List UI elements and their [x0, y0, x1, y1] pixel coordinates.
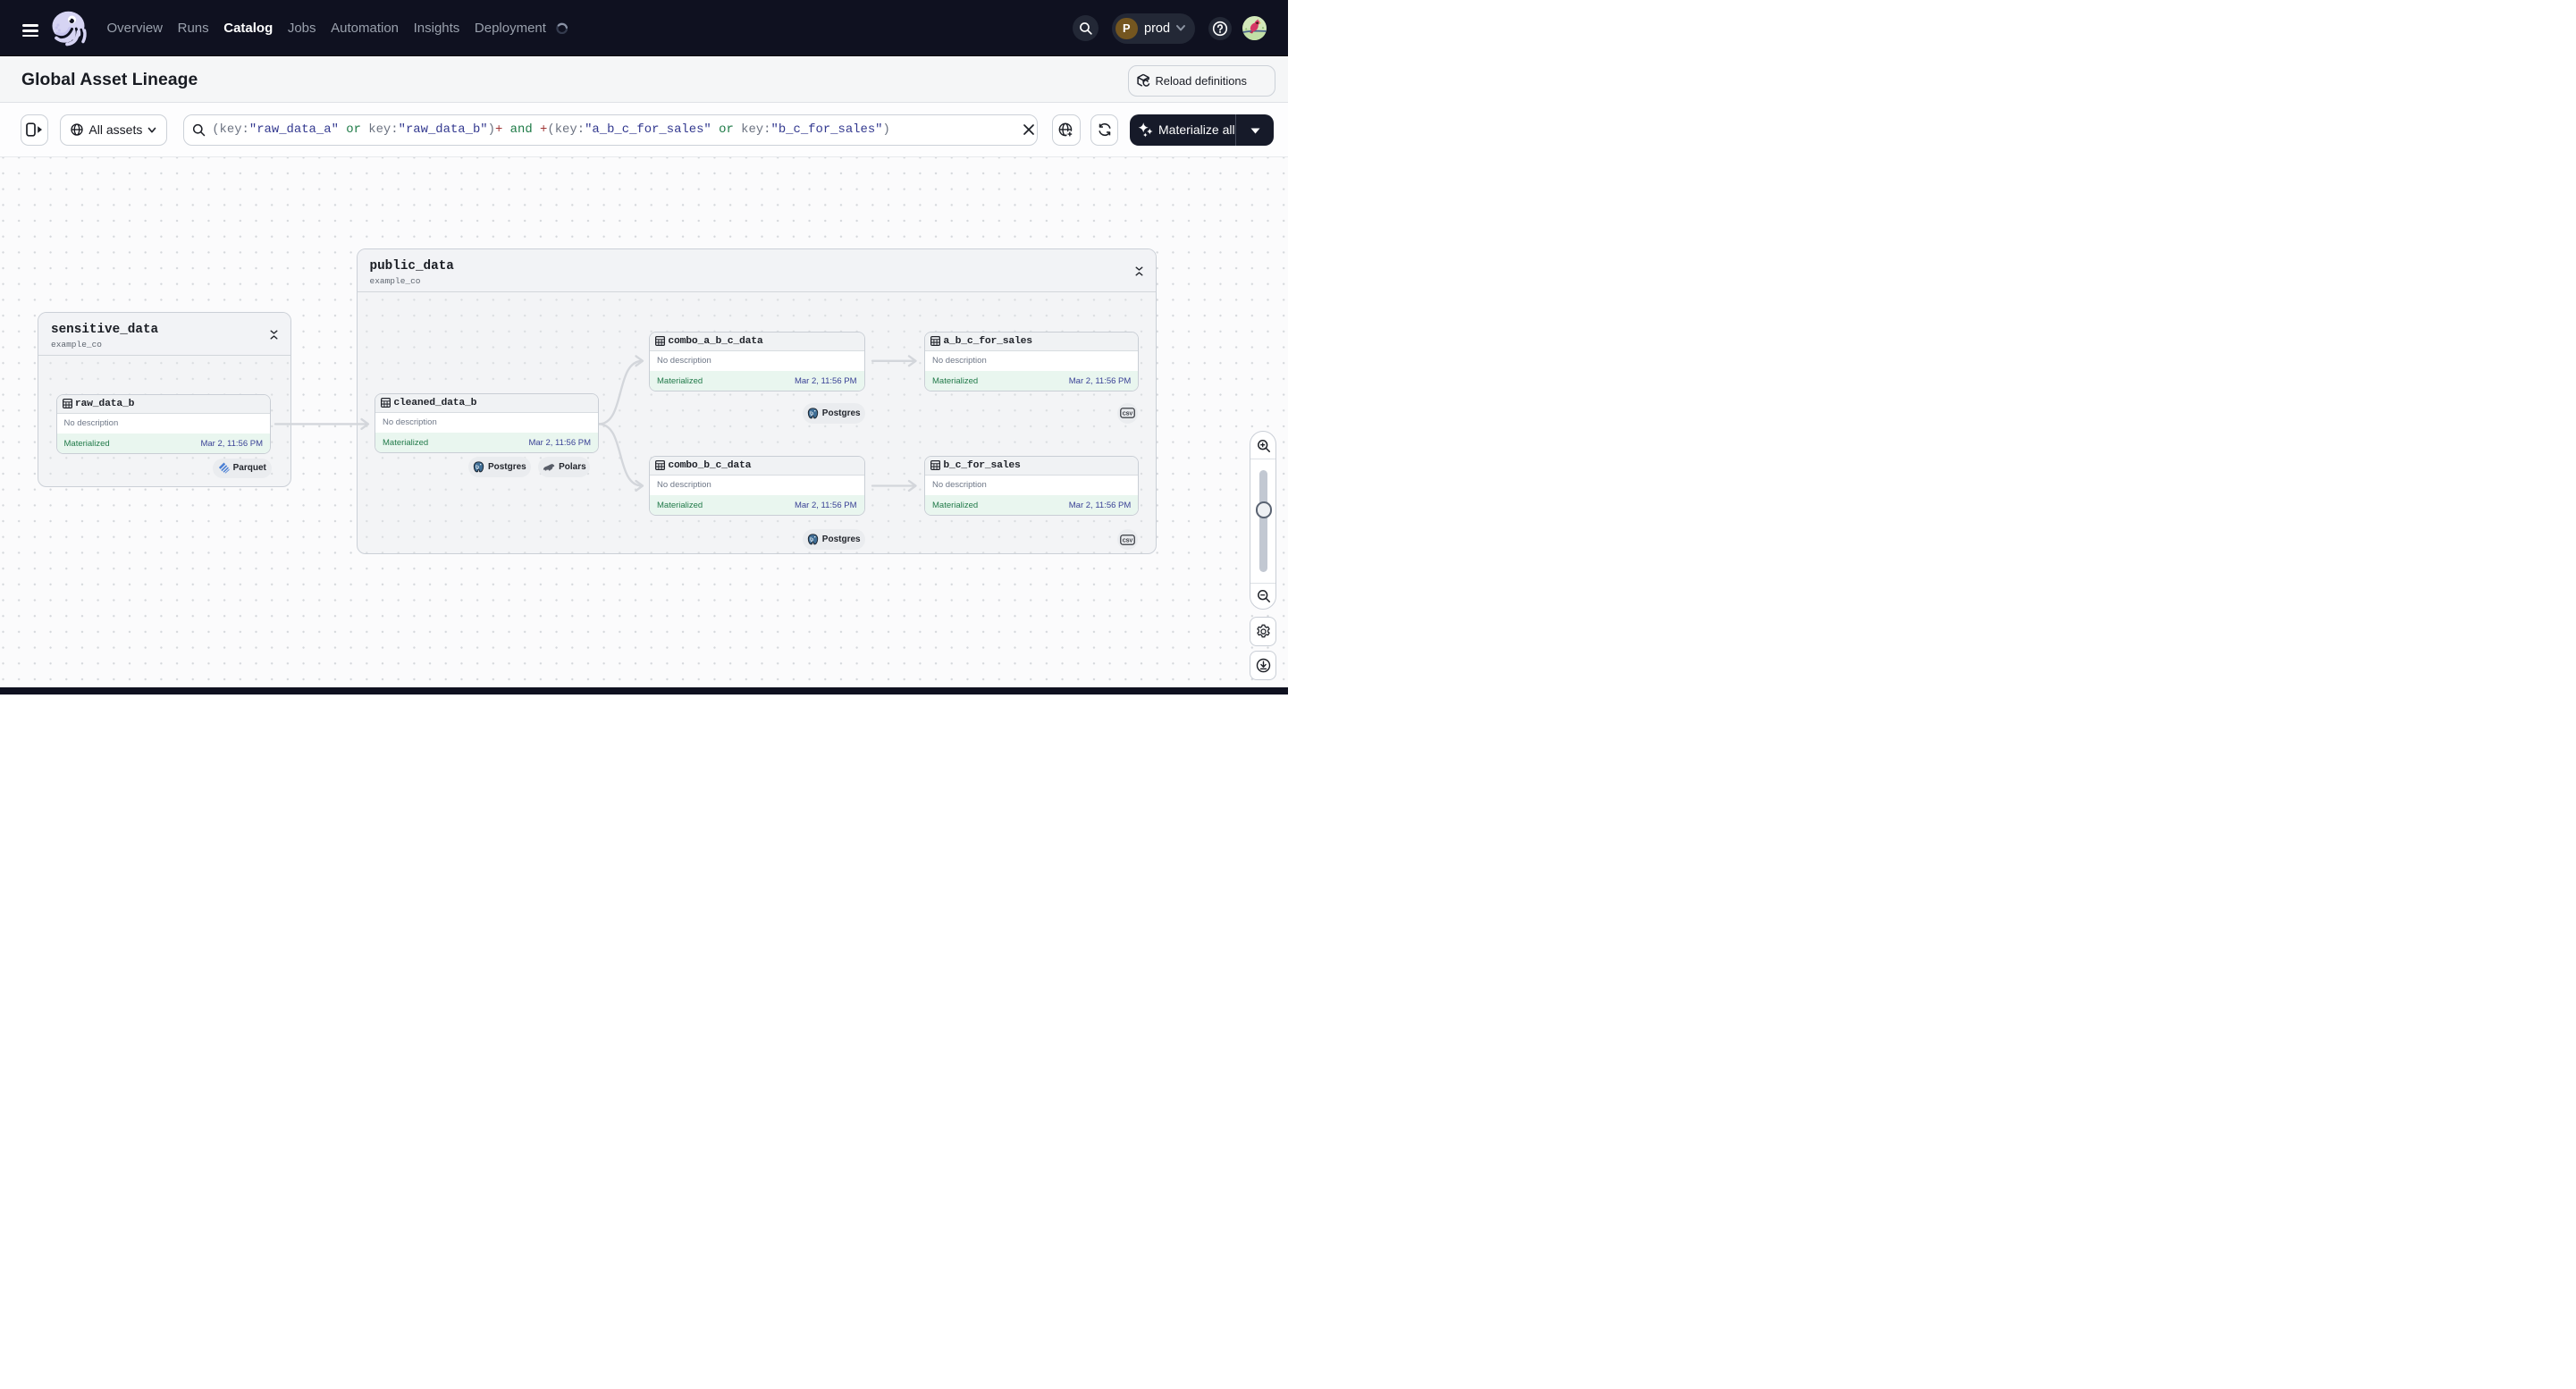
svg-text:CSV: CSV [1122, 538, 1132, 543]
svg-text:CSV: CSV [1122, 412, 1132, 417]
